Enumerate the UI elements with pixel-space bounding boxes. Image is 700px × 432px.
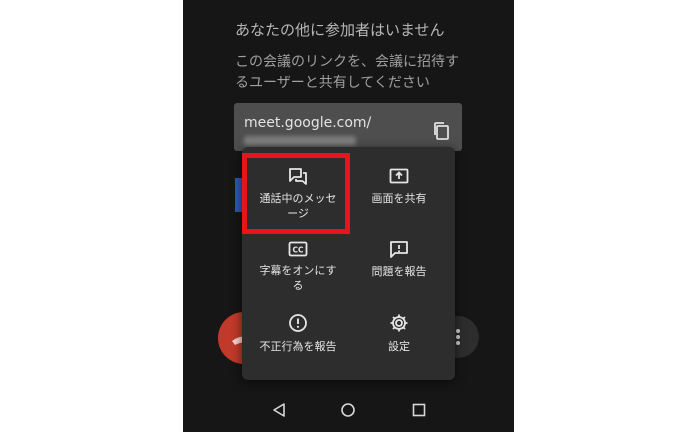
closed-captions-icon: CC xyxy=(288,241,308,257)
share-link-instructions-text: この会議のリンクを、会議に招待するユーザーと共有してください xyxy=(235,54,459,91)
meeting-link-text: meet.google.com/ xyxy=(244,115,372,131)
menu-item-label: 問題を報告 xyxy=(371,265,427,278)
gear-icon xyxy=(390,314,408,332)
more-dot-2 xyxy=(456,335,460,339)
recents-icon[interactable] xyxy=(411,402,427,418)
feedback-icon xyxy=(390,241,408,258)
svg-text:CC: CC xyxy=(292,246,304,255)
menu-item-share-screen[interactable]: 画面を共有 xyxy=(346,168,452,206)
back-icon[interactable] xyxy=(271,402,287,418)
no-participants-title: あなたの他に参加者はいません xyxy=(235,21,445,39)
meeting-link-redacted xyxy=(244,136,356,146)
menu-item-report-abuse[interactable]: 不正行為を報告 xyxy=(245,313,351,354)
copy-icon[interactable] xyxy=(432,121,450,141)
menu-item-label: 設定 xyxy=(388,340,410,353)
more-dot-3 xyxy=(456,341,460,345)
menu-item-label: 画面を共有 xyxy=(371,192,427,205)
more-dot-1 xyxy=(456,329,460,333)
menu-item-turn-on-captions[interactable]: CC 字幕をオンにする xyxy=(245,241,351,293)
menu-item-report-problem[interactable]: 問題を報告 xyxy=(346,240,452,279)
menu-item-settings[interactable]: 設定 xyxy=(346,313,452,354)
home-icon[interactable] xyxy=(340,402,356,418)
menu-item-label: 字幕をオンにする xyxy=(259,264,337,292)
android-nav-bar xyxy=(183,392,514,432)
share-link-instructions: この会議のリンクを、会議に招待するユーザーと共有してください xyxy=(235,52,465,94)
highlight-box xyxy=(242,153,350,234)
menu-item-label: 不正行為を報告 xyxy=(259,340,337,353)
present-screen-icon xyxy=(389,168,409,184)
warning-icon xyxy=(289,314,307,332)
meeting-link-box[interactable]: meet.google.com/ xyxy=(234,103,462,151)
